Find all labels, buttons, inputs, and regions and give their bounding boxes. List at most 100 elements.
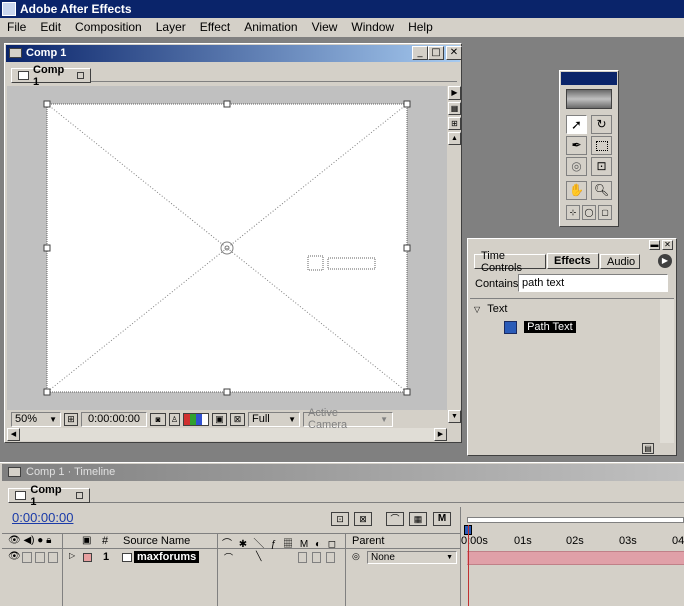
zoom-dropdown[interactable]: 50% ▼ xyxy=(11,411,61,427)
parent-header: Parent xyxy=(352,535,385,547)
tab-audio[interactable]: Audio xyxy=(600,254,640,269)
pick-whip-icon[interactable]: ◎ xyxy=(352,551,360,562)
work-area-bar[interactable] xyxy=(467,517,684,523)
effects-palette: ▬ ✕ Time Controls Effects Audio ▶ Contai… xyxy=(467,238,677,456)
ruler-label-3: 03s xyxy=(619,535,637,547)
label-color-icon: ▣ xyxy=(82,535,92,546)
region-of-interest-icon[interactable]: ▣ xyxy=(212,412,227,426)
axis-mode-local-icon[interactable]: ⊹ xyxy=(566,205,580,220)
comp-grid-icon[interactable]: ▦ xyxy=(448,102,461,115)
effect-row-path-text[interactable]: Path Text xyxy=(504,321,654,336)
comp-window-title: Comp 1 xyxy=(26,47,67,59)
menu-help[interactable]: Help xyxy=(401,18,440,37)
comp-flowchart-icon[interactable]: ⊞ xyxy=(448,117,461,130)
comp-vertical-scrollbar[interactable]: ▶ ▦ ⊞ ▲ ▼ xyxy=(448,86,461,424)
comp-frame[interactable] xyxy=(7,86,447,410)
scroll-down-arrow-icon[interactable]: ▼ xyxy=(448,410,461,423)
tools-title-bar[interactable] xyxy=(561,72,617,85)
safe-zones-icon[interactable]: ⊞ xyxy=(64,412,78,426)
minimize-button[interactable]: _ xyxy=(412,46,428,60)
camera-dropdown[interactable]: Active Camera ▼ xyxy=(303,407,393,431)
comp-viewer[interactable] xyxy=(7,86,447,410)
rotation-tool-icon[interactable]: ↻ xyxy=(591,115,612,134)
rectangle-mask-tool-icon[interactable] xyxy=(591,136,612,155)
rgb-channels-icon[interactable] xyxy=(183,412,209,426)
parent-dropdown[interactable]: None ▼ xyxy=(367,551,457,564)
tab-effects[interactable]: Effects xyxy=(547,253,599,269)
disclosure-triangle-open-icon[interactable]: ▽ xyxy=(474,305,480,314)
scroll-right-arrow-icon[interactable]: ▶ xyxy=(434,428,447,441)
timeline-timecode[interactable]: 0:00:00:00 xyxy=(12,510,73,525)
tab-menu-icon[interactable] xyxy=(77,72,84,79)
av-switches-icon: 👁︎ ◀) ● 🔒︎ xyxy=(8,535,52,546)
comp-horizontal-scrollbar[interactable]: ◀ ▶ xyxy=(7,428,447,441)
scroll-up-arrow-icon[interactable]: ▲ xyxy=(448,132,461,145)
motion-blur-switch[interactable] xyxy=(312,552,321,563)
palette-menu-arrow-icon[interactable]: ▶ xyxy=(658,254,672,268)
time-ruler[interactable]: 0:00s 01s 02s 03s 04 xyxy=(461,511,684,549)
frame-blending-icon[interactable]: ▦ xyxy=(409,512,427,526)
axis-mode-view-icon[interactable]: ▢ xyxy=(598,205,612,220)
menu-view[interactable]: View xyxy=(305,18,345,37)
snapshot-camera-icon[interactable]: ◙ xyxy=(150,412,166,426)
orbit-camera-tool-icon[interactable]: ◎ xyxy=(566,157,587,176)
palette-minimize-button[interactable]: ▬ xyxy=(649,240,660,250)
solo-switch[interactable] xyxy=(35,552,45,563)
menu-effect[interactable]: Effect xyxy=(193,18,237,37)
close-button[interactable]: ✕ xyxy=(446,46,462,60)
tab-time-controls[interactable]: Time Controls xyxy=(474,250,546,274)
shy-switch-icon[interactable]: ⌒ xyxy=(224,551,233,564)
layer-duration-bar[interactable] xyxy=(467,551,684,565)
pan-behind-tool-icon[interactable]: ⊡ xyxy=(591,157,612,176)
adjustment-switch[interactable] xyxy=(326,552,335,563)
timeline-title-bar[interactable]: Comp 1 · Timeline xyxy=(2,464,684,481)
shy-layers-icon[interactable]: ⌒ xyxy=(386,512,404,526)
transparency-grid-icon[interactable]: ⊠ xyxy=(230,412,245,426)
resolution-dropdown[interactable]: Full ▼ xyxy=(248,411,300,427)
quality-switch-icon[interactable]: ╲ xyxy=(256,551,261,562)
comp-timecode[interactable]: 0:00:00:00 xyxy=(81,411,147,427)
comp-tab-strip: Comp 1 xyxy=(7,64,459,88)
menu-animation[interactable]: Animation xyxy=(237,18,304,37)
palette-close-button[interactable]: ✕ xyxy=(662,240,673,250)
comp-marker-icon[interactable]: ⊡ xyxy=(331,512,349,526)
layer-row[interactable]: 👁︎ ▷ 1 maxforums ⌒ ╲ ◎ None ▼ xyxy=(2,551,460,565)
comp-window-title-bar[interactable]: Comp 1 _ □ ✕ xyxy=(6,45,462,62)
tab-menu-icon[interactable] xyxy=(76,492,83,499)
show-snapshot-icon[interactable]: ♙ xyxy=(169,412,180,426)
comp-controls-bar: 50% ▼ ⊞ 0:00:00:00 ◙ ♙ ▣ ⊠ Full ▼ Active… xyxy=(7,407,447,431)
new-bin-icon[interactable]: ▤ xyxy=(642,443,654,454)
zoom-tool-icon[interactable]: 🔍︎ xyxy=(591,181,612,200)
category-row-text[interactable]: ▽ Text xyxy=(474,303,654,318)
label-color-swatch[interactable] xyxy=(83,553,92,562)
effects-vertical-scrollbar[interactable] xyxy=(660,298,674,443)
axis-mode-world-icon[interactable]: ◯ xyxy=(582,205,596,220)
maximize-button[interactable]: □ xyxy=(428,46,444,60)
tab-comp-1[interactable]: Comp 1 xyxy=(11,64,91,88)
menu-file[interactable]: File xyxy=(0,18,33,37)
effect-plugin-icon xyxy=(504,321,517,334)
menu-window[interactable]: Window xyxy=(344,18,401,37)
tab-timeline-comp-1[interactable]: Comp 1 xyxy=(8,484,90,508)
comp-flyout-arrow-icon[interactable]: ▶ xyxy=(448,86,461,100)
layer-name[interactable]: maxforums xyxy=(134,551,200,563)
contains-input[interactable]: path text xyxy=(518,274,668,292)
source-name-header[interactable]: Source Name xyxy=(123,535,190,547)
hand-tool-icon[interactable]: ✋ xyxy=(566,181,587,200)
column-divider xyxy=(460,507,461,606)
effect-switch[interactable] xyxy=(298,552,307,563)
scroll-left-arrow-icon[interactable]: ◀ xyxy=(7,428,20,441)
menu-edit[interactable]: Edit xyxy=(33,18,68,37)
menu-composition[interactable]: Composition xyxy=(68,18,149,37)
motion-blur-icon[interactable]: M xyxy=(433,512,451,526)
category-label: Text xyxy=(487,303,508,315)
audio-switch[interactable] xyxy=(22,552,32,563)
pen-tool-icon[interactable]: ✒ xyxy=(566,136,587,155)
expand-triangle-icon[interactable]: ▷ xyxy=(69,551,75,560)
lock-switch[interactable] xyxy=(48,552,58,563)
timeline-column-header: 👁︎ ◀) ● 🔒︎ ▣ # Source Name ⌒ ✱ ╲ ƒ ▦ M ◐… xyxy=(2,533,460,550)
selection-tool-icon[interactable]: ➚ xyxy=(566,115,587,134)
render-queue-icon[interactable]: ⊠ xyxy=(354,512,372,526)
menu-layer[interactable]: Layer xyxy=(149,18,193,37)
eye-icon[interactable]: 👁︎ xyxy=(8,551,21,562)
